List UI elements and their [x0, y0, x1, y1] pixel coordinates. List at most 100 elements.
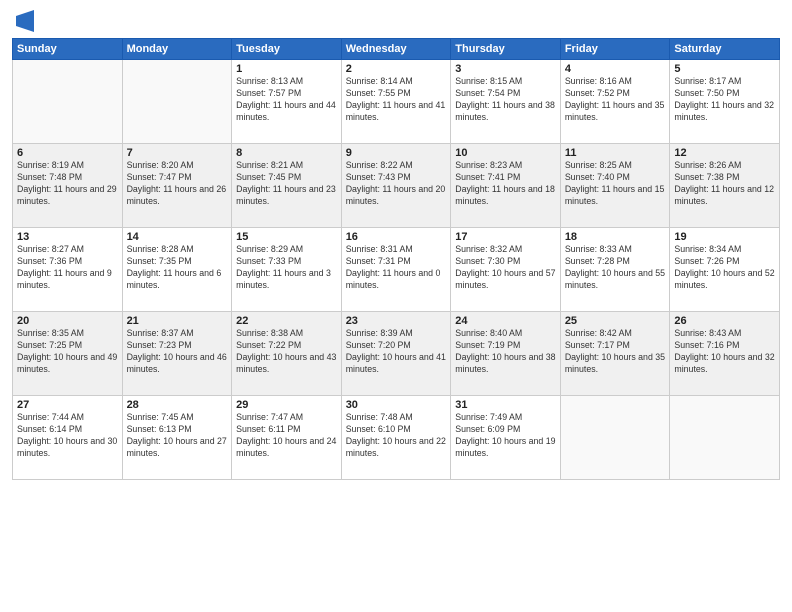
day-info: Sunrise: 7:44 AMSunset: 6:14 PMDaylight:… [17, 412, 118, 460]
day-number: 5 [674, 63, 775, 75]
day-info: Sunrise: 8:31 AMSunset: 7:31 PMDaylight:… [346, 244, 447, 292]
day-number: 23 [346, 315, 447, 327]
calendar-cell [122, 60, 232, 144]
calendar-cell: 22Sunrise: 8:38 AMSunset: 7:22 PMDayligh… [232, 312, 342, 396]
calendar-cell [560, 396, 670, 480]
day-info: Sunrise: 8:20 AMSunset: 7:47 PMDaylight:… [127, 160, 228, 208]
header [12, 10, 780, 32]
calendar-cell: 28Sunrise: 7:45 AMSunset: 6:13 PMDayligh… [122, 396, 232, 480]
day-info: Sunrise: 7:47 AMSunset: 6:11 PMDaylight:… [236, 412, 337, 460]
day-info: Sunrise: 8:33 AMSunset: 7:28 PMDaylight:… [565, 244, 666, 292]
day-number: 21 [127, 315, 228, 327]
calendar-cell: 11Sunrise: 8:25 AMSunset: 7:40 PMDayligh… [560, 144, 670, 228]
day-number: 20 [17, 315, 118, 327]
calendar-cell: 15Sunrise: 8:29 AMSunset: 7:33 PMDayligh… [232, 228, 342, 312]
calendar-header-row: SundayMondayTuesdayWednesdayThursdayFrid… [13, 39, 780, 60]
calendar-cell: 13Sunrise: 8:27 AMSunset: 7:36 PMDayligh… [13, 228, 123, 312]
calendar-cell: 4Sunrise: 8:16 AMSunset: 7:52 PMDaylight… [560, 60, 670, 144]
day-number: 26 [674, 315, 775, 327]
day-info: Sunrise: 8:26 AMSunset: 7:38 PMDaylight:… [674, 160, 775, 208]
calendar-cell: 29Sunrise: 7:47 AMSunset: 6:11 PMDayligh… [232, 396, 342, 480]
calendar-cell: 9Sunrise: 8:22 AMSunset: 7:43 PMDaylight… [341, 144, 451, 228]
day-info: Sunrise: 8:14 AMSunset: 7:55 PMDaylight:… [346, 76, 447, 124]
day-number: 9 [346, 147, 447, 159]
day-number: 16 [346, 231, 447, 243]
calendar-cell: 2Sunrise: 8:14 AMSunset: 7:55 PMDaylight… [341, 60, 451, 144]
day-info: Sunrise: 8:32 AMSunset: 7:30 PMDaylight:… [455, 244, 556, 292]
day-number: 15 [236, 231, 337, 243]
calendar-cell: 8Sunrise: 8:21 AMSunset: 7:45 PMDaylight… [232, 144, 342, 228]
day-info: Sunrise: 7:49 AMSunset: 6:09 PMDaylight:… [455, 412, 556, 460]
weekday-header: Saturday [670, 39, 780, 60]
calendar-cell: 21Sunrise: 8:37 AMSunset: 7:23 PMDayligh… [122, 312, 232, 396]
weekday-header: Monday [122, 39, 232, 60]
day-info: Sunrise: 8:37 AMSunset: 7:23 PMDaylight:… [127, 328, 228, 376]
day-info: Sunrise: 8:39 AMSunset: 7:20 PMDaylight:… [346, 328, 447, 376]
weekday-header: Friday [560, 39, 670, 60]
day-number: 29 [236, 399, 337, 411]
calendar-cell: 24Sunrise: 8:40 AMSunset: 7:19 PMDayligh… [451, 312, 561, 396]
calendar-cell: 17Sunrise: 8:32 AMSunset: 7:30 PMDayligh… [451, 228, 561, 312]
day-number: 14 [127, 231, 228, 243]
calendar-cell: 19Sunrise: 8:34 AMSunset: 7:26 PMDayligh… [670, 228, 780, 312]
calendar-cell: 30Sunrise: 7:48 AMSunset: 6:10 PMDayligh… [341, 396, 451, 480]
logo-icon [16, 10, 34, 32]
page: SundayMondayTuesdayWednesdayThursdayFrid… [0, 0, 792, 612]
calendar-cell: 1Sunrise: 8:13 AMSunset: 7:57 PMDaylight… [232, 60, 342, 144]
day-info: Sunrise: 8:19 AMSunset: 7:48 PMDaylight:… [17, 160, 118, 208]
day-number: 22 [236, 315, 337, 327]
calendar-week-row: 27Sunrise: 7:44 AMSunset: 6:14 PMDayligh… [13, 396, 780, 480]
day-info: Sunrise: 8:40 AMSunset: 7:19 PMDaylight:… [455, 328, 556, 376]
logo [12, 10, 34, 32]
day-number: 19 [674, 231, 775, 243]
day-number: 24 [455, 315, 556, 327]
calendar-cell: 12Sunrise: 8:26 AMSunset: 7:38 PMDayligh… [670, 144, 780, 228]
calendar-cell: 3Sunrise: 8:15 AMSunset: 7:54 PMDaylight… [451, 60, 561, 144]
day-info: Sunrise: 8:15 AMSunset: 7:54 PMDaylight:… [455, 76, 556, 124]
day-number: 12 [674, 147, 775, 159]
calendar-cell: 18Sunrise: 8:33 AMSunset: 7:28 PMDayligh… [560, 228, 670, 312]
day-info: Sunrise: 8:29 AMSunset: 7:33 PMDaylight:… [236, 244, 337, 292]
calendar-week-row: 20Sunrise: 8:35 AMSunset: 7:25 PMDayligh… [13, 312, 780, 396]
day-info: Sunrise: 8:21 AMSunset: 7:45 PMDaylight:… [236, 160, 337, 208]
day-info: Sunrise: 8:42 AMSunset: 7:17 PMDaylight:… [565, 328, 666, 376]
calendar-week-row: 1Sunrise: 8:13 AMSunset: 7:57 PMDaylight… [13, 60, 780, 144]
calendar-cell: 14Sunrise: 8:28 AMSunset: 7:35 PMDayligh… [122, 228, 232, 312]
calendar-cell: 23Sunrise: 8:39 AMSunset: 7:20 PMDayligh… [341, 312, 451, 396]
day-number: 10 [455, 147, 556, 159]
calendar-cell: 7Sunrise: 8:20 AMSunset: 7:47 PMDaylight… [122, 144, 232, 228]
calendar-cell [13, 60, 123, 144]
day-info: Sunrise: 8:27 AMSunset: 7:36 PMDaylight:… [17, 244, 118, 292]
day-info: Sunrise: 8:38 AMSunset: 7:22 PMDaylight:… [236, 328, 337, 376]
day-info: Sunrise: 8:43 AMSunset: 7:16 PMDaylight:… [674, 328, 775, 376]
day-number: 6 [17, 147, 118, 159]
day-number: 8 [236, 147, 337, 159]
day-info: Sunrise: 8:35 AMSunset: 7:25 PMDaylight:… [17, 328, 118, 376]
calendar-cell: 25Sunrise: 8:42 AMSunset: 7:17 PMDayligh… [560, 312, 670, 396]
day-number: 2 [346, 63, 447, 75]
calendar-cell: 5Sunrise: 8:17 AMSunset: 7:50 PMDaylight… [670, 60, 780, 144]
day-number: 28 [127, 399, 228, 411]
calendar-week-row: 6Sunrise: 8:19 AMSunset: 7:48 PMDaylight… [13, 144, 780, 228]
day-info: Sunrise: 7:45 AMSunset: 6:13 PMDaylight:… [127, 412, 228, 460]
day-number: 30 [346, 399, 447, 411]
calendar-cell: 16Sunrise: 8:31 AMSunset: 7:31 PMDayligh… [341, 228, 451, 312]
weekday-header: Tuesday [232, 39, 342, 60]
day-number: 7 [127, 147, 228, 159]
day-number: 3 [455, 63, 556, 75]
calendar-cell: 31Sunrise: 7:49 AMSunset: 6:09 PMDayligh… [451, 396, 561, 480]
day-info: Sunrise: 8:34 AMSunset: 7:26 PMDaylight:… [674, 244, 775, 292]
day-number: 25 [565, 315, 666, 327]
day-info: Sunrise: 8:22 AMSunset: 7:43 PMDaylight:… [346, 160, 447, 208]
calendar-cell: 10Sunrise: 8:23 AMSunset: 7:41 PMDayligh… [451, 144, 561, 228]
day-info: Sunrise: 8:17 AMSunset: 7:50 PMDaylight:… [674, 76, 775, 124]
calendar-cell: 6Sunrise: 8:19 AMSunset: 7:48 PMDaylight… [13, 144, 123, 228]
day-number: 11 [565, 147, 666, 159]
weekday-header: Thursday [451, 39, 561, 60]
day-number: 18 [565, 231, 666, 243]
day-number: 17 [455, 231, 556, 243]
day-info: Sunrise: 8:28 AMSunset: 7:35 PMDaylight:… [127, 244, 228, 292]
calendar-table: SundayMondayTuesdayWednesdayThursdayFrid… [12, 38, 780, 480]
day-number: 27 [17, 399, 118, 411]
calendar-cell: 20Sunrise: 8:35 AMSunset: 7:25 PMDayligh… [13, 312, 123, 396]
